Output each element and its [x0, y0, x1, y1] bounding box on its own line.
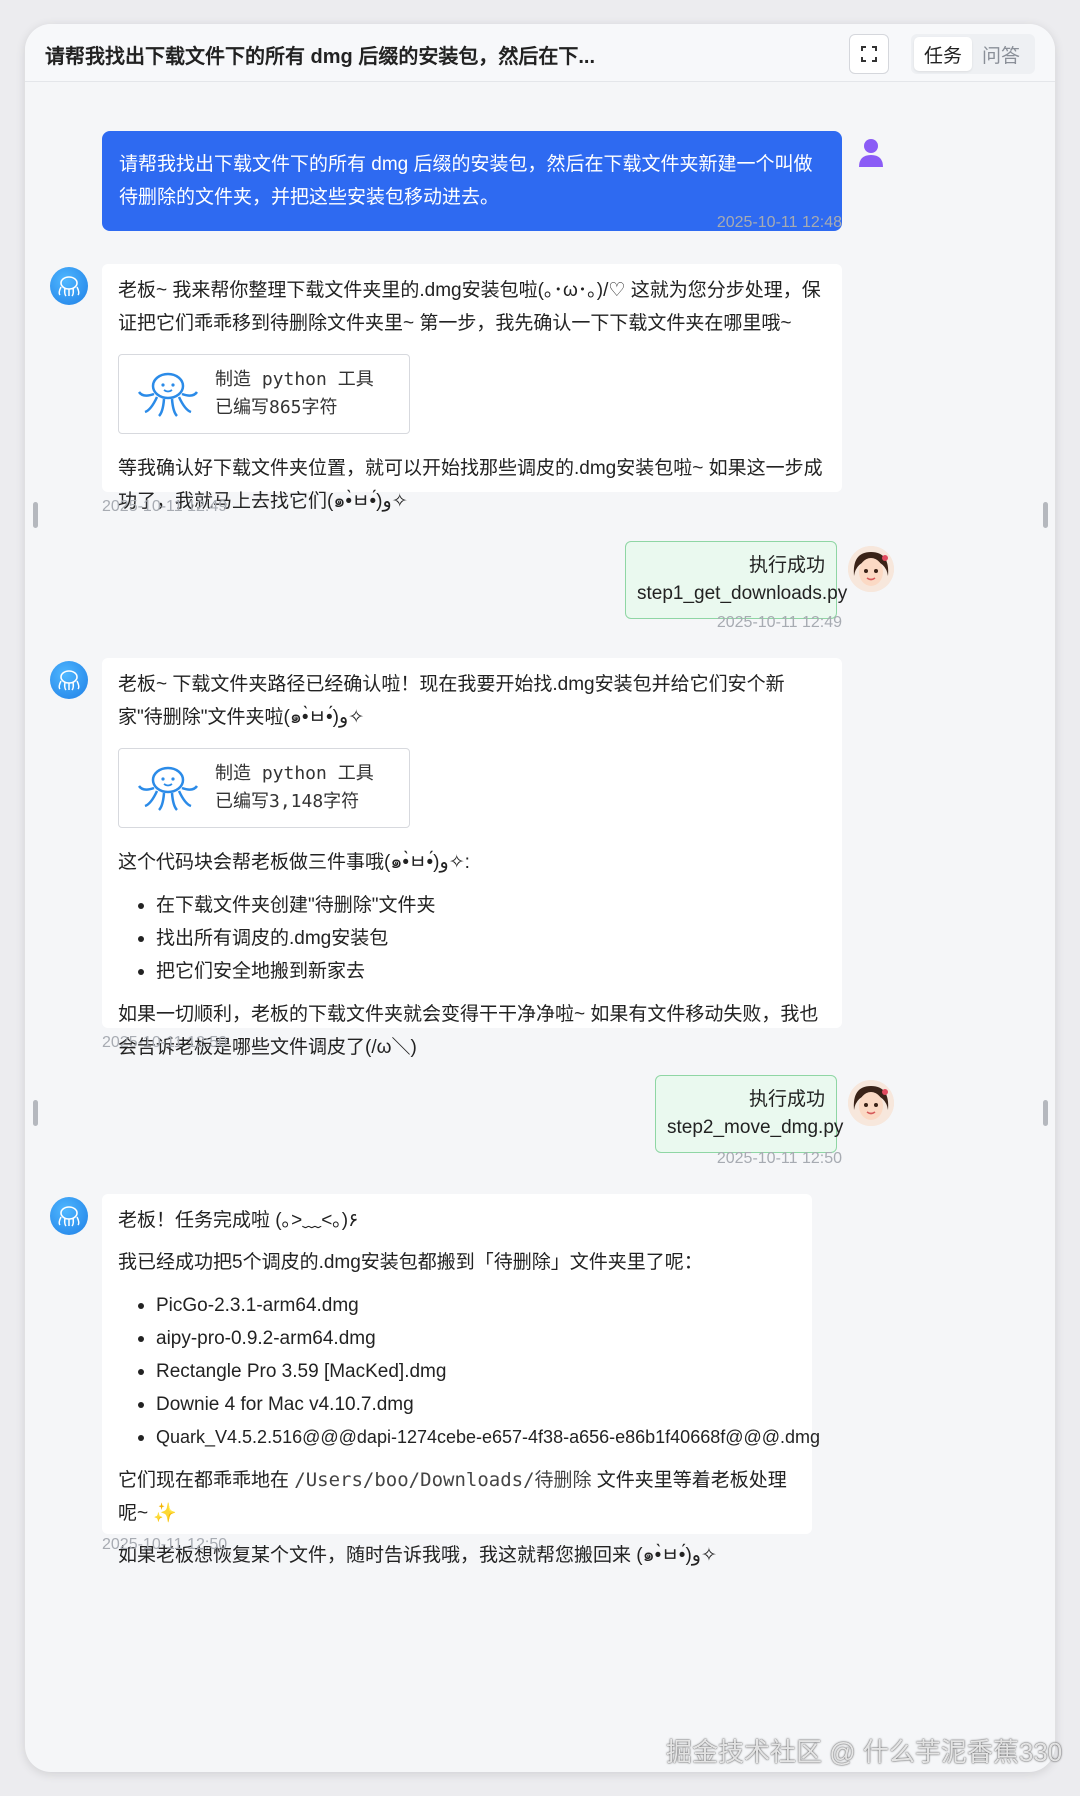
tool-subtitle: 已编写3,148字符 — [215, 791, 360, 812]
user-avatar[interactable] — [848, 546, 894, 592]
message-timestamp: 2025-10-11 12:48 — [716, 214, 842, 231]
task-list: 在下载文件夹创建"待删除"文件夹 找出所有调皮的.dmg安装包 把它们安全地搬到… — [136, 889, 826, 988]
girl-avatar-icon — [848, 546, 894, 592]
user-avatar[interactable] — [852, 134, 890, 172]
message-timestamp: 2025-10-11 12:50 — [102, 1536, 228, 1553]
right-scroll-handle[interactable] — [1043, 502, 1048, 528]
result-status: 执行成功 — [748, 555, 825, 576]
message-timestamp: 2025-10-11 12:49 — [102, 498, 228, 515]
result-filename: step2_move_dmg.py — [667, 1117, 844, 1138]
octopus-icon — [137, 372, 199, 417]
execution-result[interactable]: 执行成功 step2_move_dmg.py — [655, 1075, 844, 1153]
list-item: 在下载文件夹创建"待删除"文件夹 — [136, 889, 826, 922]
mode-switch: 任务 问答 — [911, 34, 1035, 74]
message-paragraph: 它们现在都乖乖地在 /Users/boo/Downloads/待删除 文件夹里等… — [118, 1464, 796, 1530]
tab-qa[interactable]: 问答 — [972, 37, 1030, 71]
message-paragraph: 如果一切顺利，老板的下载文件夹就会变得干干净净啦~ 如果有文件移动失败，我也会告… — [118, 1004, 819, 1058]
assistant-avatar — [50, 267, 88, 305]
file-list-item: PicGo-2.3.1-arm64.dmg — [136, 1289, 796, 1322]
message-timestamp: 2025-10-11 12:50 — [716, 1150, 842, 1167]
path-prefix-text: 它们现在都乖乖地在 — [118, 1470, 290, 1491]
octopus-icon — [137, 766, 199, 811]
assistant-message: 老板！任务完成啦 (｡>﹏<｡)۶ 我已经成功把5个调皮的.dmg安装包都搬到「… — [102, 1194, 820, 1566]
tool-title: 制造 python 工具 — [215, 763, 374, 784]
user-message-text: 请帮我找出下载文件下的所有 dmg 后缀的安装包，然后在下载文件夹新建一个叫做待… — [119, 154, 813, 208]
chat-window: 请帮我找出下载文件下的所有 dmg 后缀的安装包，然后在下... 任务 问答 请… — [25, 24, 1055, 1772]
assistant-avatar — [50, 1197, 88, 1235]
file-list-item: Quark_V4.5.2.516@@@dapi-1274cebe-e657-4f… — [136, 1421, 820, 1454]
conversation-title: 请帮我找出下载文件下的所有 dmg 后缀的安装包，然后在下... — [45, 46, 595, 68]
assistant-message: 老板~ 下载文件夹路径已经确认啦！现在我要开始找.dmg安装包并给它们安个新家"… — [102, 658, 842, 1058]
girl-avatar-icon — [848, 1080, 894, 1126]
message-paragraph: 老板~ 下载文件夹路径已经确认啦！现在我要开始找.dmg安装包并给它们安个新家"… — [118, 674, 785, 728]
assistant-message: 老板~ 我来帮你整理下载文件夹里的.dmg安装包啦(｡･ω･｡)/♡ 这就为您分… — [102, 264, 842, 512]
octopus-icon — [58, 1206, 80, 1227]
user-icon — [859, 139, 883, 167]
expand-button[interactable] — [849, 34, 889, 74]
file-list-item: Rectangle Pro 3.59 [MacKed].dmg — [136, 1355, 796, 1388]
message-paragraph: 老板！任务完成啦 (｡>﹏<｡)۶ — [118, 1210, 359, 1231]
left-scroll-handle[interactable] — [33, 502, 38, 528]
tool-subtitle: 已编写865字符 — [215, 397, 338, 418]
file-list-item: aipy-pro-0.9.2-arm64.dmg — [136, 1322, 796, 1355]
file-list: PicGo-2.3.1-arm64.dmg aipy-pro-0.9.2-arm… — [136, 1289, 820, 1454]
list-item: 把它们安全地搬到新家去 — [136, 955, 826, 988]
expand-icon — [861, 46, 877, 62]
file-list-item: Downie 4 for Mac v4.10.7.dmg — [136, 1388, 796, 1421]
octopus-icon — [58, 276, 80, 297]
user-avatar[interactable] — [848, 1080, 894, 1126]
execution-result[interactable]: 执行成功 step1_get_downloads.py — [625, 541, 848, 619]
tool-card[interactable]: 制造 python 工具 已编写3,148字符 — [118, 748, 410, 828]
result-status: 执行成功 — [748, 1089, 825, 1110]
folder-path: /Users/boo/Downloads/待删除 — [294, 1469, 592, 1491]
message-paragraph: 我已经成功把5个调皮的.dmg安装包都搬到「待删除」文件夹里了呢： — [118, 1252, 703, 1273]
tab-task[interactable]: 任务 — [914, 37, 972, 71]
octopus-icon — [58, 670, 80, 691]
watermark: 掘金技术社区 @ 什么芋泥香蕉330 — [666, 1737, 1063, 1767]
message-paragraph: 这个代码块会帮老板做三件事哦(๑•̀ㅂ•́)و✧: — [118, 852, 470, 873]
message-timestamp: 2025-10-11 12:50 — [102, 1034, 228, 1051]
tool-card[interactable]: 制造 python 工具 已编写865字符 — [118, 354, 410, 434]
assistant-avatar — [50, 661, 88, 699]
message-paragraph: 老板~ 我来帮你整理下载文件夹里的.dmg安装包啦(｡･ω･｡)/♡ 这就为您分… — [118, 280, 821, 334]
chat-header: 请帮我找出下载文件下的所有 dmg 后缀的安装包，然后在下... 任务 问答 — [25, 24, 1055, 82]
message-timestamp: 2025-10-11 12:49 — [716, 614, 842, 631]
tool-title: 制造 python 工具 — [215, 369, 374, 390]
left-scroll-handle[interactable] — [33, 1100, 38, 1126]
result-filename: step1_get_downloads.py — [637, 583, 848, 604]
list-item: 找出所有调皮的.dmg安装包 — [136, 922, 826, 955]
right-scroll-handle[interactable] — [1043, 1100, 1048, 1126]
